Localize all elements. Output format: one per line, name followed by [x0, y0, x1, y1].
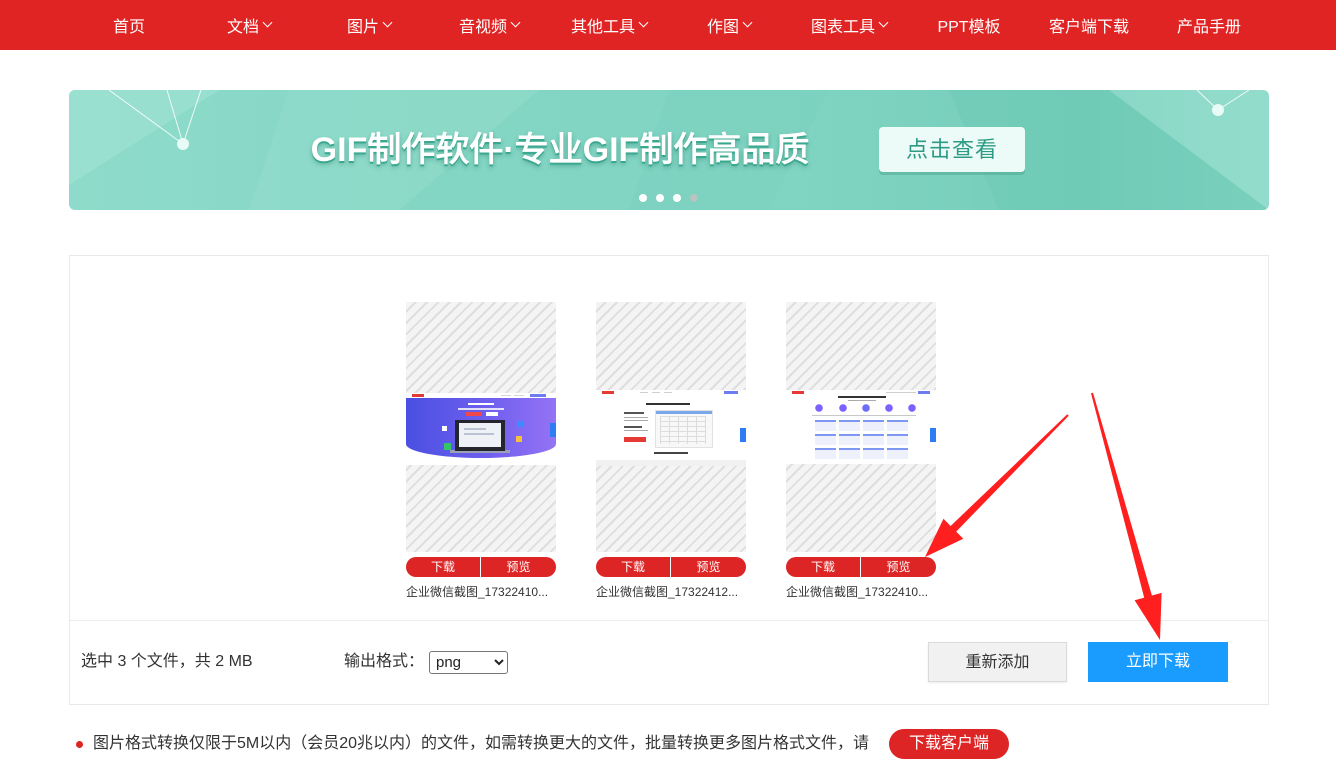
- chevron-down-icon: [638, 17, 649, 27]
- size-limit-notice: 图片格式转换仅限于5M以内（会员20兆以内）的文件，如需转换更大的文件，批量转换…: [93, 735, 870, 752]
- nav-item-other-tools[interactable]: 其他工具: [549, 0, 669, 50]
- file-actions: 下载 预览: [596, 557, 746, 577]
- nav-item-label: 客户端下载: [1048, 19, 1129, 36]
- nav-item-label: 作图: [706, 19, 739, 36]
- banner-node: [177, 138, 189, 150]
- chevron-down-icon: [262, 17, 273, 27]
- output-format-label: 输出格式：: [344, 653, 425, 670]
- screenshot-thumbnail: [406, 393, 556, 465]
- nav-item-label: 文档: [226, 19, 259, 36]
- file-preview[interactable]: [596, 302, 746, 552]
- nav-item-chart-tools[interactable]: 图表工具: [789, 0, 909, 50]
- banner-headline: GIF制作软件·专业GIF制作高品质: [310, 131, 810, 169]
- nav-item-label: 其他工具: [570, 19, 635, 36]
- nav-item-images[interactable]: 图片: [309, 0, 429, 50]
- output-format-select[interactable]: png: [429, 651, 508, 674]
- file-preview[interactable]: [406, 302, 556, 552]
- preview-file-button[interactable]: 预览: [671, 557, 746, 577]
- download-file-button[interactable]: 下载: [596, 557, 671, 577]
- file-name: 企业微信截图_17322410...: [786, 585, 929, 599]
- screenshot-thumbnail: [596, 390, 746, 466]
- nav-item-documents[interactable]: 文档: [189, 0, 309, 50]
- nav-item-label: 图片: [346, 19, 379, 36]
- chevron-down-icon: [742, 17, 753, 27]
- nav-item-home[interactable]: 首页: [69, 0, 189, 50]
- carousel-dot[interactable]: [639, 194, 647, 202]
- nav-item-label: 首页: [112, 19, 145, 36]
- re-add-button[interactable]: 重新添加: [928, 642, 1067, 682]
- nav-item-label: 图表工具: [810, 19, 875, 36]
- bullet-dot: [76, 741, 83, 748]
- banner-node: [1212, 104, 1224, 116]
- preview-file-button[interactable]: 预览: [481, 557, 556, 577]
- nav-item-audio-video[interactable]: 音视频: [429, 0, 549, 50]
- nav-item-drawing[interactable]: 作图: [669, 0, 789, 50]
- nav-menu: 首页 文档 图片 音视频 其他工具 作图 图表工具 PPT模板 客户端下载 产品…: [69, 0, 1269, 50]
- screenshot-thumbnail: [786, 390, 936, 464]
- nav-item-label: PPT模板: [937, 19, 1001, 36]
- download-file-button[interactable]: 下载: [406, 557, 481, 577]
- nav-item-client-download[interactable]: 客户端下载: [1029, 0, 1149, 50]
- file-card: 下载 预览 企业微信截图_17322410...: [786, 302, 936, 602]
- divider: [70, 620, 1268, 621]
- carousel-dots: [639, 194, 698, 202]
- file-actions: 下载 预览: [406, 557, 556, 577]
- selection-summary: 选中 3 个文件，共 2 MB: [81, 653, 253, 670]
- carousel-dot[interactable]: [690, 194, 698, 202]
- nav-item-product-manual[interactable]: 产品手册: [1149, 0, 1269, 50]
- file-name: 企业微信截图_17322410...: [406, 585, 549, 599]
- file-name: 企业微信截图_17322412...: [596, 585, 739, 599]
- promo-banner[interactable]: GIF制作软件·专业GIF制作高品质 点击查看: [69, 90, 1269, 210]
- carousel-dot[interactable]: [673, 194, 681, 202]
- download-client-button[interactable]: 下载客户端: [889, 729, 1009, 759]
- download-now-button[interactable]: 立即下载: [1088, 642, 1228, 682]
- conversion-panel: 下载 预览 企业微信截图_17322410... 下载 预览 企业微信截图_17…: [69, 255, 1269, 705]
- file-actions: 下载 预览: [786, 557, 936, 577]
- chevron-down-icon: [510, 17, 521, 27]
- preview-file-button[interactable]: 预览: [861, 557, 936, 577]
- nav-item-label: 音视频: [458, 19, 507, 36]
- file-card: 下载 预览 企业微信截图_17322412...: [596, 302, 746, 602]
- download-file-button[interactable]: 下载: [786, 557, 861, 577]
- banner-view-button[interactable]: 点击查看: [879, 127, 1025, 172]
- top-nav: 首页 文档 图片 音视频 其他工具 作图 图表工具 PPT模板 客户端下载 产品…: [0, 0, 1336, 50]
- file-card: 下载 预览 企业微信截图_17322410...: [406, 302, 556, 602]
- file-preview[interactable]: [786, 302, 936, 552]
- nav-item-ppt-templates[interactable]: PPT模板: [909, 0, 1029, 50]
- nav-item-label: 产品手册: [1176, 19, 1241, 36]
- carousel-dot[interactable]: [656, 194, 664, 202]
- chevron-down-icon: [382, 17, 393, 27]
- chevron-down-icon: [878, 17, 889, 27]
